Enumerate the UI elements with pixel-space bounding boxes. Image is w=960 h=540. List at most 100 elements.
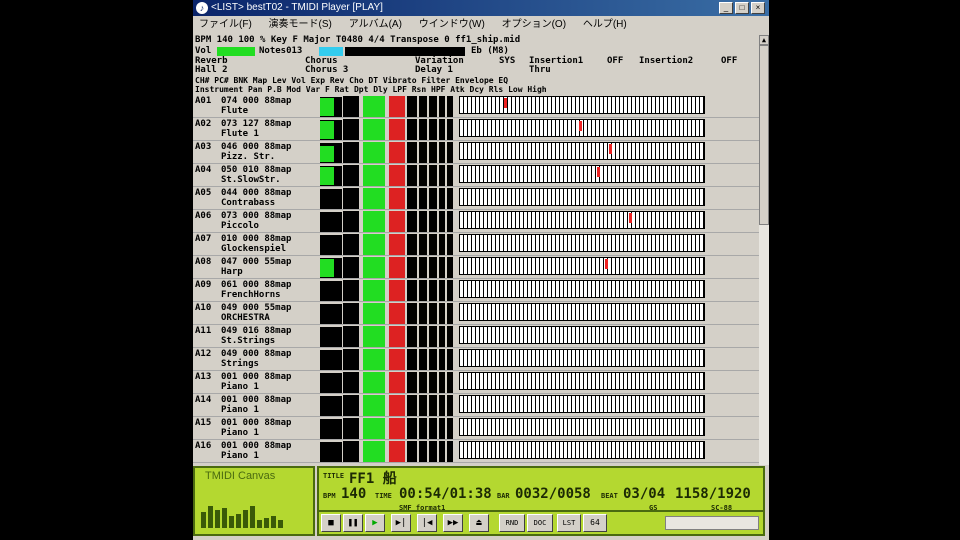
menu-option[interactable]: オプション(O): [502, 19, 566, 30]
channel-program: 044 000 88map: [221, 188, 292, 198]
param-cell: [447, 165, 453, 186]
channel-row[interactable]: A02 073 127 88map Flute 1: [193, 118, 759, 141]
param-cell: [363, 257, 385, 278]
channel-row[interactable]: A01 074 000 88map Flute: [193, 95, 759, 118]
level-meter: [320, 212, 342, 232]
param-cell: [429, 119, 437, 140]
menu-album[interactable]: アルバム(A): [349, 19, 402, 30]
param-cell: [407, 96, 417, 117]
mode-indicator: GS: [649, 504, 658, 512]
param-cell: [363, 165, 385, 186]
position-slider[interactable]: [665, 516, 759, 530]
channel-row[interactable]: A03 046 000 88map Pizz. Str.: [193, 141, 759, 164]
channel-row[interactable]: A14 001 000 88map Piano 1: [193, 394, 759, 417]
minimize-button[interactable]: _: [719, 2, 733, 14]
channel-row[interactable]: A12 049 000 88map Strings: [193, 348, 759, 371]
param-cell: [363, 96, 385, 117]
pause-button[interactable]: ❚❚: [343, 514, 363, 532]
param-cell: [407, 418, 417, 439]
level-meter: [320, 235, 342, 255]
level-meter: [320, 350, 342, 370]
canvas-level-bar: [264, 518, 269, 528]
active-note: [609, 144, 612, 154]
channel-program: 049 000 55map: [221, 303, 292, 313]
param-cell: [407, 280, 417, 301]
mode-64-button[interactable]: 64: [583, 514, 607, 532]
param-cell: [363, 395, 385, 416]
channel-row[interactable]: A04 050 010 88map St.SlowStr.: [193, 164, 759, 187]
param-cell: [363, 119, 385, 140]
menu-play-mode[interactable]: 演奏モード(S): [269, 19, 332, 30]
sound-module: SC-88: [711, 504, 733, 512]
volume-meter: [217, 47, 255, 56]
maximize-button[interactable]: □: [735, 2, 749, 14]
keyboard-roll: [459, 188, 705, 206]
next-button[interactable]: ▶|: [391, 514, 411, 532]
param-cell: [389, 395, 405, 416]
param-cell: [389, 188, 405, 209]
scroll-thumb[interactable]: [759, 45, 769, 225]
stop-button[interactable]: ■: [321, 514, 341, 532]
channel-row[interactable]: A07 010 000 88map Glockenspiel: [193, 233, 759, 256]
scroll-up-arrow-icon[interactable]: ▲: [759, 35, 769, 45]
keyboard-roll: [459, 257, 705, 275]
level-meter-fill: [320, 146, 334, 162]
param-cell: [351, 280, 359, 301]
window-title: <LIST> bestT02 - TMIDI Player [PLAY]: [211, 2, 383, 13]
menu-window[interactable]: ウインドウ(W): [419, 19, 485, 30]
canvas-level-bar: [236, 514, 241, 528]
param-cell: [343, 257, 351, 278]
param-cell: [439, 441, 445, 462]
channel-row[interactable]: A09 061 000 88map FrenchHorns: [193, 279, 759, 302]
vertical-scrollbar[interactable]: ▲: [759, 35, 769, 465]
param-cell: [429, 349, 437, 370]
insertion1-value: OFF: [607, 56, 624, 66]
doc-button[interactable]: DOC: [527, 514, 553, 532]
channel-number: A08: [195, 257, 212, 267]
channel-row[interactable]: A05 044 000 88map Contrabass: [193, 187, 759, 210]
fast-forward-button[interactable]: ▶▶: [443, 514, 463, 532]
param-cell: [439, 418, 445, 439]
param-cell: [429, 211, 437, 232]
param-cell: [429, 326, 437, 347]
param-cell: [447, 257, 453, 278]
param-cell: [439, 280, 445, 301]
keyboard-roll: [459, 349, 705, 367]
channel-row[interactable]: A16 001 000 88map Piano 1: [193, 440, 759, 463]
random-button[interactable]: RND: [499, 514, 525, 532]
menu-file[interactable]: ファイル(F): [199, 19, 252, 30]
channel-row[interactable]: A10 049 000 55map ORCHESTRA: [193, 302, 759, 325]
channel-row[interactable]: A15 001 000 88map Piano 1: [193, 417, 759, 440]
param-cell: [407, 326, 417, 347]
title-bar[interactable]: ♪ <LIST> bestT02 - TMIDI Player [PLAY] _…: [193, 0, 769, 16]
channel-row[interactable]: A08 047 000 55map Harp: [193, 256, 759, 279]
param-cell: [447, 372, 453, 393]
menu-help[interactable]: ヘルプ(H): [583, 19, 627, 30]
notes-meter: [319, 47, 343, 56]
param-cell: [447, 441, 453, 462]
channel-row[interactable]: A13 001 000 88map Piano 1: [193, 371, 759, 394]
channel-program: 046 000 88map: [221, 142, 292, 152]
param-cell: [351, 188, 359, 209]
list-button[interactable]: LST: [557, 514, 581, 532]
level-meter-fill: [320, 167, 334, 185]
param-cell: [389, 142, 405, 163]
notes-label: Notes013: [259, 46, 303, 56]
param-cell: [439, 165, 445, 186]
channel-row[interactable]: A11 049 016 88map St.Strings: [193, 325, 759, 348]
play-button[interactable]: ▶: [365, 514, 385, 532]
level-meter-fill: [320, 259, 334, 277]
param-cell: [389, 119, 405, 140]
beat-label: BEAT: [601, 492, 618, 500]
previous-button[interactable]: |◀: [417, 514, 437, 532]
param-cell: [447, 119, 453, 140]
param-cell: [351, 257, 359, 278]
instrument-name: FrenchHorns: [221, 290, 281, 300]
column-header-2: Instrument Pan P.B Mod Var F Rat Dpt Dly…: [195, 85, 547, 94]
channel-row[interactable]: A06 073 000 88map Piccolo: [193, 210, 759, 233]
eject-button[interactable]: ⏏: [469, 514, 489, 532]
channel-number: A14: [195, 395, 212, 405]
close-button[interactable]: ×: [751, 2, 765, 14]
param-cell: [343, 441, 351, 462]
param-cell: [389, 234, 405, 255]
